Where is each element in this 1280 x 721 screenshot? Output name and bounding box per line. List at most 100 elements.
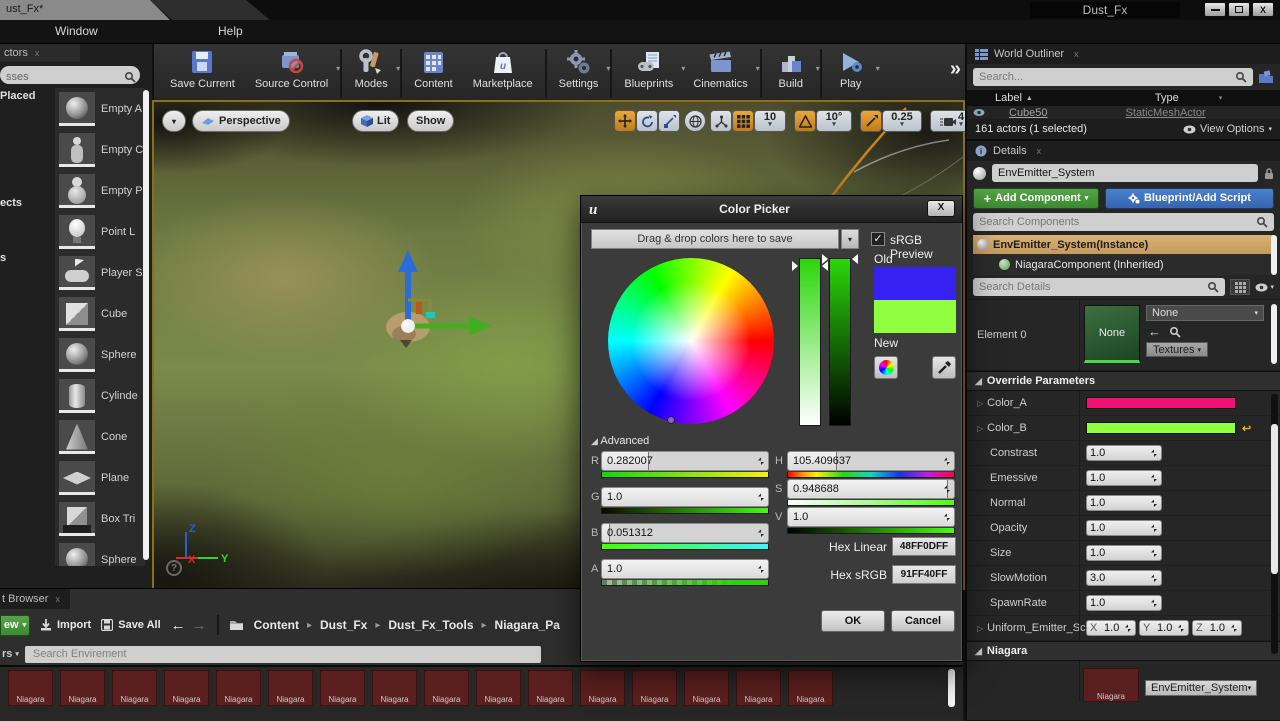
restore-button[interactable] (1228, 2, 1250, 17)
override-parameters-header[interactable]: ◢ Override Parameters (967, 371, 1280, 391)
asset-tile-niagara[interactable]: Niagara (372, 670, 417, 706)
place-category[interactable]: s (0, 252, 54, 264)
asset-tile-niagara[interactable]: Niagara (476, 670, 521, 706)
asset-tile-niagara[interactable]: Niagara (580, 670, 625, 706)
asset-tile-niagara[interactable]: Niagara (684, 670, 729, 706)
visibility-eye-icon[interactable] (973, 108, 985, 117)
param-value-input[interactable]: 3.0 (1086, 570, 1162, 586)
param-value-input[interactable]: 1.0 (1086, 470, 1162, 486)
param-value-input[interactable]: 1.0 (1086, 445, 1162, 461)
content-browser-tab[interactable]: t Browser x (0, 589, 70, 609)
surface-snap-button[interactable] (710, 110, 732, 132)
folder-icon[interactable] (229, 619, 244, 631)
asset-tile-niagara[interactable]: Niagara (528, 670, 573, 706)
component-row-instance[interactable]: EnvEmitter_System(Instance) (973, 235, 1274, 254)
place-actors-scrollbar[interactable] (143, 90, 149, 560)
marketplace-button[interactable]: uMarketplace (463, 46, 543, 98)
settings-button[interactable]: Settings▾ (549, 46, 609, 98)
document-tab[interactable]: ust_Fx* (0, 0, 170, 20)
asset-tile-niagara[interactable]: Niagara (268, 670, 313, 706)
asset-tile-niagara[interactable]: Niagara (60, 670, 105, 706)
place-actor-item-empty-p[interactable]: Empty P (55, 170, 145, 211)
channel-a-input[interactable]: 1.0 (601, 559, 769, 579)
place-category[interactable]: Placed (0, 90, 54, 102)
use-selected-arrow-icon[interactable]: ← (1148, 324, 1161, 339)
theme-dropdown-button[interactable]: ▾ (841, 229, 859, 249)
srgb-preview-checkbox[interactable]: ✓ (871, 232, 885, 246)
channel-gradient-strip[interactable] (601, 472, 769, 478)
channel-h-input[interactable]: 105.409637 (787, 451, 955, 471)
asset-tile-niagara[interactable]: Niagara (8, 670, 53, 706)
hex-linear-input[interactable]: 48FF0DFF (892, 537, 956, 556)
place-actor-item-cube[interactable]: Cube (55, 293, 145, 334)
color-wheel-selector[interactable] (667, 416, 675, 424)
param-value-input[interactable]: 1.0 (1086, 545, 1162, 561)
color-picker-titlebar[interactable]: u Color Picker (581, 196, 962, 223)
asset-tile-niagara[interactable]: Niagara (216, 670, 261, 706)
menu-window[interactable]: Window (55, 24, 98, 38)
color-themes-button[interactable] (874, 356, 898, 379)
cancel-button[interactable]: Cancel (891, 610, 955, 632)
close-button[interactable]: X (1252, 2, 1274, 17)
place-actor-item-sphere[interactable]: Sphere (55, 539, 145, 566)
details-view-options[interactable]: ▾ (1255, 283, 1274, 292)
dialog-close-button[interactable]: X (927, 200, 955, 217)
asset-tile-niagara[interactable]: Niagara (788, 670, 833, 706)
asset-tile-niagara[interactable]: Niagara (632, 670, 677, 706)
saturation-handle-left[interactable] (792, 261, 798, 271)
place-actors-search-input[interactable]: sses (0, 66, 140, 84)
ok-button[interactable]: OK (821, 610, 885, 632)
asset-tile-niagara[interactable]: Niagara (164, 670, 209, 706)
import-button[interactable]: Import (40, 619, 91, 631)
place-actor-item-plane[interactable]: Plane (55, 457, 145, 498)
channel-gradient-strip[interactable] (601, 544, 769, 550)
world-outliner-search-input[interactable]: Search... (973, 68, 1253, 86)
advanced-toggle[interactable]: ◢ Advanced (591, 435, 649, 447)
revert-icon[interactable]: ↩ (1242, 422, 1251, 435)
color-swatch[interactable] (1086, 397, 1236, 409)
element0-textures-button[interactable]: Textures▾ (1146, 342, 1208, 357)
content-button[interactable]: Content (404, 46, 463, 98)
lit-button[interactable]: Lit (352, 110, 399, 132)
filter-icon[interactable]: ▾ (1219, 94, 1223, 102)
back-arrow-icon[interactable]: ← (171, 617, 186, 634)
asset-tile-niagara[interactable]: Niagara (736, 670, 781, 706)
grid-snap-button[interactable] (732, 110, 754, 132)
details-tab[interactable]: i Details x (967, 141, 1280, 161)
expand-arrow-icon[interactable]: ▷ (977, 399, 983, 408)
filters-button[interactable]: rs▾ (0, 648, 19, 660)
outliner-view-options[interactable]: View Options ▾ (1183, 123, 1272, 135)
property-matrix-button[interactable] (1230, 279, 1250, 295)
components-scrollbar[interactable] (1271, 235, 1277, 275)
breadcrumb-content[interactable]: Content (254, 618, 299, 632)
place-actor-item-cylinde[interactable]: Cylinde (55, 375, 145, 416)
eyedropper-button[interactable] (932, 356, 956, 379)
details-scrollbar-track[interactable] (1271, 394, 1278, 654)
channel-b-input[interactable]: 0.051312 (601, 523, 769, 543)
world-outliner-tab[interactable]: World Outliner x (967, 44, 1280, 64)
actor-name-input[interactable]: EnvEmitter_System (992, 164, 1258, 182)
channel-gradient-strip[interactable] (787, 472, 955, 478)
vector-z-input[interactable]: Z1.0 (1192, 620, 1242, 636)
close-icon[interactable]: x (1037, 146, 1042, 156)
place-actor-item-box-tri[interactable]: Box Tri (55, 498, 145, 539)
channel-r-input[interactable]: 0.282007 (601, 451, 769, 471)
value-handle-left[interactable] (822, 254, 828, 264)
element0-scrollbar[interactable] (1271, 304, 1277, 364)
outliner-header-row[interactable]: Label ▲ Type ▾ (967, 90, 1280, 106)
column-label[interactable]: Label (995, 92, 1022, 104)
lock-icon[interactable] (1264, 167, 1274, 180)
perspective-button[interactable]: Perspective (192, 110, 290, 132)
translate-gizmo[interactable] (364, 242, 544, 372)
param-value-input[interactable]: 1.0 (1086, 495, 1162, 511)
close-icon[interactable]: x (56, 594, 61, 604)
channel-gradient-strip[interactable] (601, 580, 769, 586)
asset-tile-niagara[interactable]: Niagara (424, 670, 469, 706)
add-component-button[interactable]: + Add Component ▾ (973, 188, 1099, 209)
content-browser-search-input[interactable]: Search Envirement (25, 646, 541, 663)
place-actor-item-player-s[interactable]: Player S (55, 252, 145, 293)
expand-arrow-icon[interactable]: ▷ (977, 624, 983, 633)
grid-snap-value-button[interactable]: 10▾ (754, 110, 786, 132)
channel-gradient-strip[interactable] (787, 500, 955, 506)
cinematics-button[interactable]: Cinematics▾ (683, 46, 757, 98)
